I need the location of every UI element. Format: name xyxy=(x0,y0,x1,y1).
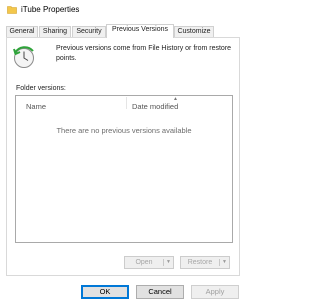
chevron-down-icon[interactable]: ▼ xyxy=(220,257,229,268)
apply-button[interactable]: Apply xyxy=(191,285,239,299)
open-button-label: Open xyxy=(135,259,153,266)
title-bar[interactable]: iTube Properties xyxy=(0,0,246,20)
empty-message: There are no previous versions available xyxy=(56,126,192,135)
window-title: iTube Properties xyxy=(21,5,80,14)
open-button[interactable]: Open ▼ xyxy=(124,256,174,269)
tab-previous-versions[interactable]: Previous Versions xyxy=(106,24,174,38)
folder-versions-label: Folder versions: xyxy=(16,85,66,92)
sort-caret-icon: ▲ xyxy=(173,96,178,102)
column-header-name[interactable]: Name xyxy=(26,102,46,111)
folder-icon xyxy=(7,6,17,14)
ok-button[interactable]: OK xyxy=(81,285,129,299)
column-divider[interactable] xyxy=(126,97,127,109)
restore-button-label: Restore xyxy=(187,259,213,266)
cancel-button[interactable]: Cancel xyxy=(136,285,184,299)
intro-text: Previous versions come from File History… xyxy=(56,45,232,62)
versions-list[interactable] xyxy=(15,95,233,243)
restore-button[interactable]: Restore ▼ xyxy=(180,256,230,269)
column-header-date-modified[interactable]: Date modified xyxy=(132,102,178,111)
restore-clock-icon xyxy=(13,46,34,68)
chevron-down-icon[interactable]: ▼ xyxy=(164,257,173,268)
